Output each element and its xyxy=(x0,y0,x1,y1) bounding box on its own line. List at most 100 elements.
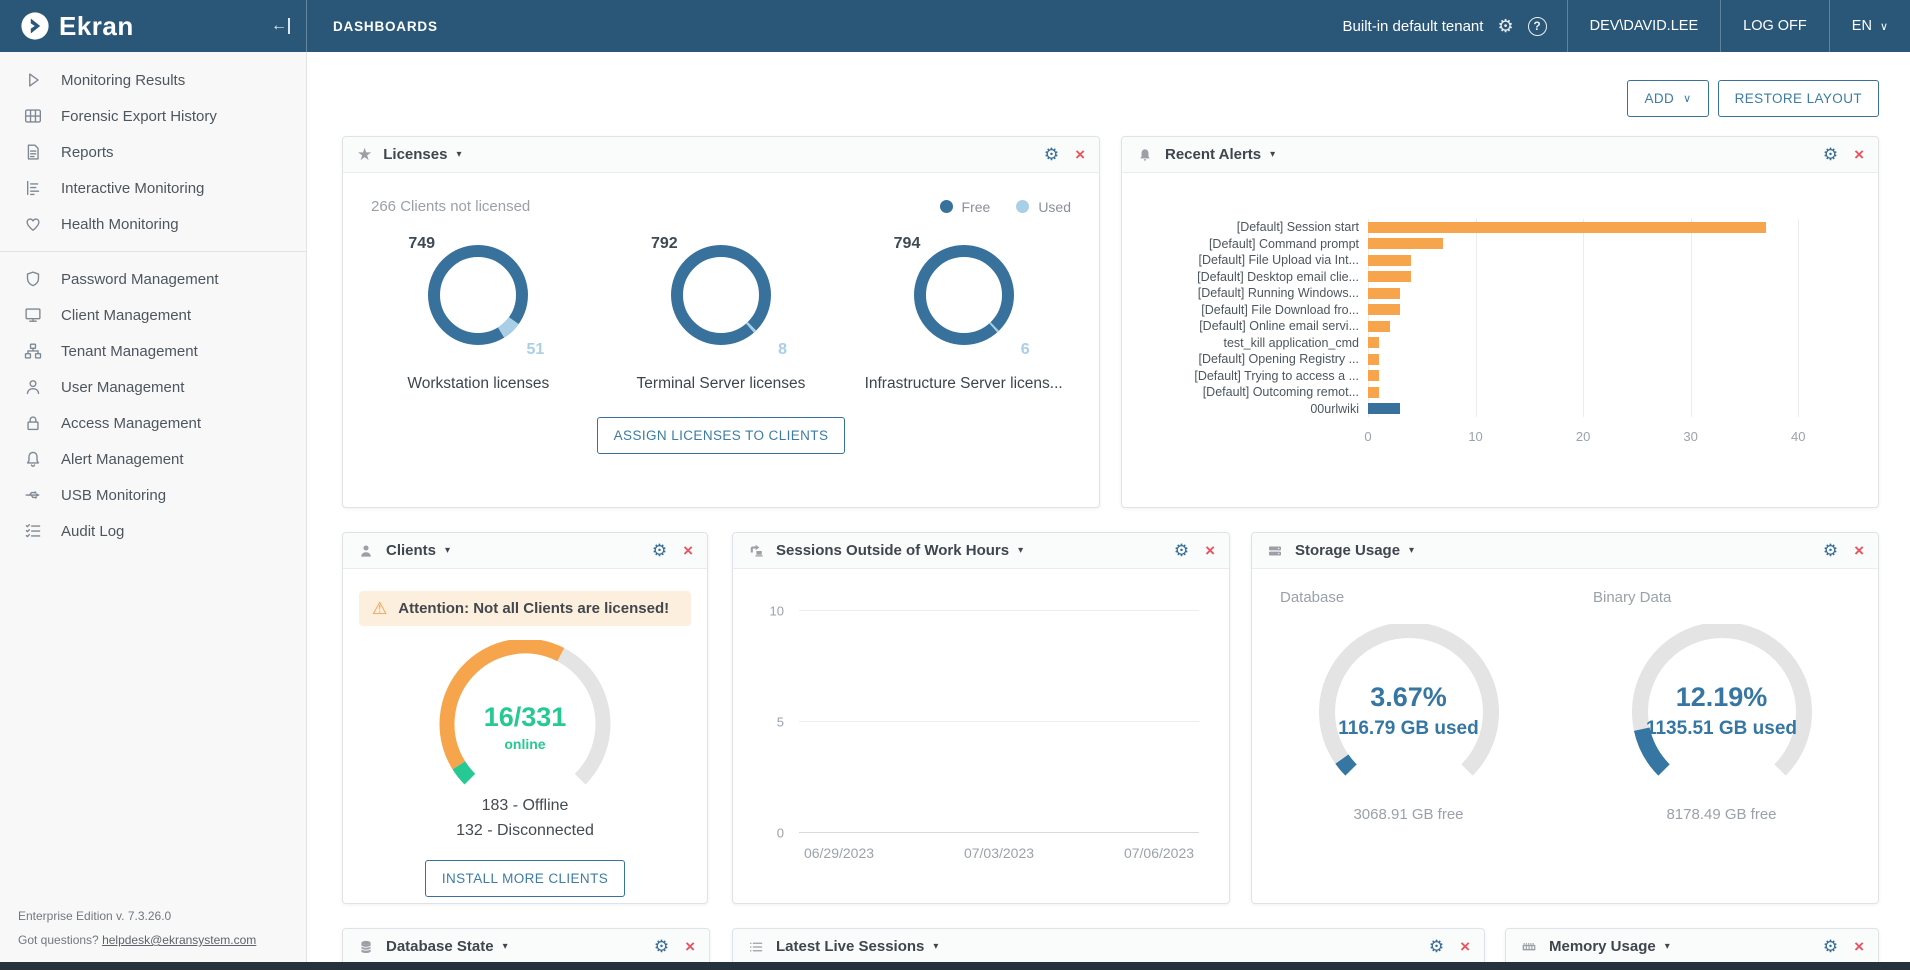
widget-database-state-header: Database State ▾ ⚙ × xyxy=(343,929,709,965)
alert-category-label: [Default] File Upload via Int... xyxy=(1142,252,1368,269)
alert-category-label: 00urlwiki xyxy=(1142,401,1368,418)
widget-settings-icon[interactable]: ⚙ xyxy=(1823,541,1838,561)
sidebar-item-reports[interactable]: Reports xyxy=(0,134,306,170)
widget-settings-icon[interactable]: ⚙ xyxy=(654,937,669,957)
widget-close-icon[interactable]: × xyxy=(1854,937,1864,957)
widget-title[interactable]: Licenses xyxy=(383,146,447,163)
widget-close-icon[interactable]: × xyxy=(1854,145,1864,165)
sidebar-item-interactive-monitoring[interactable]: Interactive Monitoring xyxy=(0,170,306,206)
shield-icon xyxy=(22,268,44,290)
sidebar-item-client-management[interactable]: Client Management xyxy=(0,297,306,333)
sidebar-item-forensic-export-history[interactable]: Forensic Export History xyxy=(0,98,306,134)
donut-label: Workstation licenses xyxy=(358,375,598,393)
chevron-down-icon[interactable]: ▾ xyxy=(933,941,938,952)
widget-settings-icon[interactable]: ⚙ xyxy=(652,541,667,561)
sidebar-item-alert-management[interactable]: Alert Management xyxy=(0,441,306,477)
alert-bar xyxy=(1368,403,1400,414)
sidebar-item-audit-log[interactable]: Audit Log xyxy=(0,513,306,549)
sidebar-item-monitoring-results[interactable]: Monitoring Results xyxy=(0,62,306,98)
chevron-down-icon[interactable]: ▾ xyxy=(456,149,461,160)
sidebar-item-label: Access Management xyxy=(61,415,201,432)
chevron-down-icon[interactable]: ▾ xyxy=(445,545,450,556)
sidebar-item-health-monitoring[interactable]: Health Monitoring xyxy=(0,206,306,242)
x-tick-label: 30 xyxy=(1683,429,1697,444)
person-icon xyxy=(357,542,375,560)
alert-bar-row xyxy=(1368,269,1852,286)
add-widget-button[interactable]: ADD ∨ xyxy=(1627,80,1708,117)
hard-drive-icon xyxy=(1266,542,1284,560)
widget-latest-sessions-header: Latest Live Sessions ▾ ⚙ × xyxy=(733,929,1484,965)
license-donut-1: 7928 xyxy=(641,239,801,359)
widget-clients: Clients ▾ ⚙ × ⚠ Attention: Not all Clien… xyxy=(342,532,708,904)
licenses-donut-labels: Workstation licensesTerminal Server lice… xyxy=(343,359,1099,393)
sidebar-collapse-button[interactable]: ← xyxy=(271,18,290,34)
sidebar-item-tenant-management[interactable]: Tenant Management xyxy=(0,333,306,369)
language-dropdown[interactable]: EN ∨ xyxy=(1829,0,1910,52)
chevron-down-icon[interactable]: ▾ xyxy=(1270,149,1275,160)
donut-free-count: 794 xyxy=(894,235,921,253)
chevron-down-icon[interactable]: ▾ xyxy=(1409,545,1414,556)
widget-close-icon[interactable]: × xyxy=(683,541,693,561)
widget-title[interactable]: Database State xyxy=(386,938,494,955)
used-legend-dot xyxy=(1016,200,1029,213)
widget-title[interactable]: Recent Alerts xyxy=(1165,146,1261,163)
sidebar-item-access-management[interactable]: Access Management xyxy=(0,405,306,441)
usb-icon xyxy=(22,484,44,506)
database-used: 116.79 GB used xyxy=(1301,718,1517,740)
sidebar-item-label: Monitoring Results xyxy=(61,72,185,89)
widget-close-icon[interactable]: × xyxy=(1205,541,1215,561)
license-warning-banner: ⚠ Attention: Not all Clients are license… xyxy=(359,591,691,626)
topbar-right: Built-in default tenant ⚙ ? DEV\DAVID.LE… xyxy=(1323,0,1910,52)
widget-title[interactable]: Latest Live Sessions xyxy=(776,938,924,955)
ekran-dashboard-app: Ekran ← DASHBOARDS Built-in default tena… xyxy=(0,0,1910,970)
help-icon[interactable]: ? xyxy=(1528,17,1547,36)
alert-category-label: [Default] Running Windows... xyxy=(1142,285,1368,302)
widget-settings-icon[interactable]: ⚙ xyxy=(1823,937,1838,957)
sidebar-item-usb-monitoring[interactable]: USB Monitoring xyxy=(0,477,306,513)
x-tick-label: 06/29/2023 xyxy=(804,845,874,861)
widget-title[interactable]: Sessions Outside of Work Hours xyxy=(776,542,1009,559)
session-out-icon xyxy=(747,542,765,560)
nav-dashboards[interactable]: DASHBOARDS xyxy=(307,0,464,52)
horizontal-scrollbar[interactable] xyxy=(0,962,1910,970)
widget-storage-usage: Storage Usage ▾ ⚙ × Database 3.67% 116.7… xyxy=(1251,532,1879,904)
widget-close-icon[interactable]: × xyxy=(1075,145,1085,165)
tenant-label: Built-in default tenant xyxy=(1343,18,1484,35)
sidebar-item-label: Health Monitoring xyxy=(61,216,179,233)
top-bar: Ekran ← DASHBOARDS Built-in default tena… xyxy=(0,0,1910,52)
widget-close-icon[interactable]: × xyxy=(1460,937,1470,957)
chevron-down-icon[interactable]: ▾ xyxy=(1665,941,1670,952)
main-content: ADD ∨ RESTORE LAYOUT ★ Licenses ▾ ⚙ × 26… xyxy=(307,52,1910,970)
chevron-down-icon: ∨ xyxy=(1683,92,1691,105)
current-user[interactable]: DEV\DAVID.LEE xyxy=(1567,0,1721,52)
donut-used-count: 51 xyxy=(527,341,545,359)
helpdesk-link[interactable]: helpdesk@ekransystem.com xyxy=(102,933,256,947)
alert-bar xyxy=(1368,387,1379,398)
widget-title[interactable]: Memory Usage xyxy=(1549,938,1656,955)
widget-title[interactable]: Clients xyxy=(386,542,436,559)
chevron-down-icon[interactable]: ▾ xyxy=(503,941,508,952)
memory-chip-icon xyxy=(1520,938,1538,956)
binary-percent: 12.19% xyxy=(1614,682,1830,713)
logoff-button[interactable]: LOG OFF xyxy=(1720,0,1829,52)
widget-settings-icon[interactable]: ⚙ xyxy=(1174,541,1189,561)
tenant-settings-icon[interactable]: ⚙ xyxy=(1497,16,1513,37)
widget-title[interactable]: Storage Usage xyxy=(1295,542,1400,559)
warning-text: Attention: Not all Clients are licensed! xyxy=(398,600,669,617)
widget-close-icon[interactable]: × xyxy=(685,937,695,957)
sidebar-item-user-management[interactable]: User Management xyxy=(0,369,306,405)
sidebar-item-password-management[interactable]: Password Management xyxy=(0,261,306,297)
assign-licenses-button[interactable]: ASSIGN LICENSES TO CLIENTS xyxy=(597,417,846,454)
donut-used-count: 8 xyxy=(778,341,787,359)
widget-settings-icon[interactable]: ⚙ xyxy=(1429,937,1444,957)
install-more-clients-button[interactable]: INSTALL MORE CLIENTS xyxy=(425,860,625,897)
restore-layout-button[interactable]: RESTORE LAYOUT xyxy=(1718,80,1879,117)
used-legend-label: Used xyxy=(1038,199,1071,215)
widget-storage-header: Storage Usage ▾ ⚙ × xyxy=(1252,533,1878,569)
widget-close-icon[interactable]: × xyxy=(1854,541,1864,561)
widget-settings-icon[interactable]: ⚙ xyxy=(1044,145,1059,165)
alert-category-label: [Default] Online email servi... xyxy=(1142,318,1368,335)
chevron-down-icon[interactable]: ▾ xyxy=(1018,545,1023,556)
widget-settings-icon[interactable]: ⚙ xyxy=(1823,145,1838,165)
sidebar-separator xyxy=(0,251,306,252)
